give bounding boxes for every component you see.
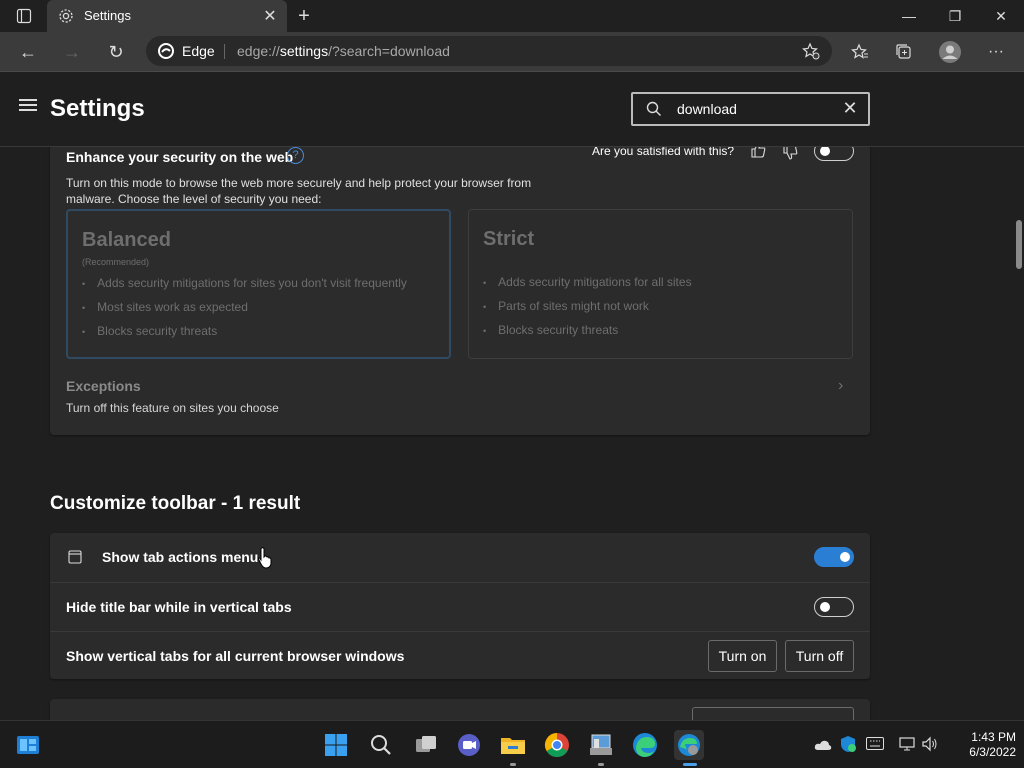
running-indicator — [598, 763, 604, 766]
setting-label: Show vertical tabs for all current brows… — [66, 648, 405, 664]
address-separator — [224, 44, 225, 59]
clock-time: 1:43 PM — [971, 730, 1016, 744]
mouse-cursor — [257, 547, 273, 569]
next-card-button[interactable] — [692, 707, 854, 720]
balanced-title: Balanced — [82, 229, 171, 251]
balanced-subtitle: (Recommended) — [82, 257, 150, 267]
list-item: Blocks security threats — [483, 322, 692, 346]
control-panel-icon[interactable] — [586, 730, 616, 760]
setting-row-hide-title-bar: Hide title bar while in vertical tabs — [50, 582, 870, 631]
tab-title: Settings — [84, 8, 131, 23]
turn-off-button[interactable]: Turn off — [785, 640, 854, 672]
active-indicator — [683, 763, 697, 766]
exceptions-description: Turn off this feature on sites you choos… — [66, 401, 279, 415]
setting-row-vertical-tabs: Show vertical tabs for all current brows… — [50, 631, 870, 680]
security-shield-icon[interactable] — [839, 735, 857, 753]
profile-avatar[interactable] — [934, 36, 966, 68]
forward-button[interactable]: → — [56, 36, 88, 68]
edge-icon — [158, 43, 174, 59]
list-item: Parts of sites might not work — [483, 298, 692, 322]
balanced-option[interactable]: Balanced (Recommended) Adds security mit… — [66, 209, 451, 359]
list-item: Adds security mitigations for all sites — [483, 274, 691, 298]
edge-taskbar-icon[interactable] — [630, 730, 660, 760]
hamburger-menu-icon[interactable] — [19, 99, 37, 113]
list-item: Blocks security threats — [82, 323, 407, 347]
search-icon — [646, 101, 662, 117]
help-icon[interactable]: ? — [287, 147, 304, 164]
turn-on-button[interactable]: Turn on — [708, 640, 777, 672]
exceptions-title: Exceptions — [66, 378, 141, 394]
collections-icon[interactable] — [888, 36, 920, 68]
strict-features: Adds security mitigations for all sites … — [483, 274, 692, 346]
settings-content: Enhance your security on the web ? Are y… — [0, 147, 1014, 720]
balanced-features: Adds security mitigations for sites you … — [82, 275, 407, 347]
address-bar[interactable]: Edge edge://settings/?search=download — [146, 36, 832, 66]
list-item: Adds security mitigations for sites you … — [82, 275, 407, 299]
search-taskbar-icon[interactable] — [366, 730, 396, 760]
volume-icon[interactable] — [921, 736, 939, 752]
clock-date: 6/3/2022 — [969, 745, 1016, 759]
close-window-button[interactable]: ✕ — [978, 0, 1024, 32]
back-button[interactable]: ← — [12, 36, 44, 68]
clear-search-icon[interactable]: ✕ — [840, 98, 860, 119]
security-description: Turn on this mode to browse the web more… — [66, 176, 532, 206]
widgets-icon[interactable] — [13, 730, 43, 760]
keyboard-icon[interactable] — [866, 737, 884, 750]
file-explorer-icon[interactable] — [498, 730, 528, 760]
toolbar-card: Show tab actions menu Hide title bar whi… — [50, 533, 870, 679]
section-heading: Customize toolbar - 1 result — [50, 493, 301, 514]
minimize-button[interactable]: — — [886, 0, 932, 32]
hide-title-bar-toggle[interactable] — [814, 597, 854, 617]
add-favorite-icon[interactable] — [802, 42, 820, 60]
scrollbar[interactable] — [1014, 147, 1024, 720]
feedback-question: Are you satisfied with this? — [592, 147, 735, 158]
tab-actions-icon[interactable] — [16, 8, 32, 24]
running-indicator — [510, 763, 516, 766]
title-bar: Settings ✕ + — ❐ ✕ — [0, 0, 1024, 32]
taskbar — [0, 720, 1024, 768]
list-item: Most sites work as expected — [82, 299, 407, 323]
new-tab-button[interactable]: + — [292, 4, 316, 28]
taskbar-clock[interactable]: 1:43 PM 6/3/2022 — [944, 730, 1016, 760]
strict-option[interactable]: Strict Adds security mitigations for all… — [468, 209, 853, 359]
thumbs-up-icon[interactable] — [749, 147, 767, 159]
setting-label: Show tab actions menu — [102, 549, 259, 565]
settings-header: Settings download ✕ — [0, 72, 1024, 147]
close-tab-icon[interactable]: ✕ — [261, 6, 279, 26]
restore-button[interactable]: ❐ — [932, 0, 978, 32]
strict-title: Strict — [483, 228, 535, 250]
onedrive-icon[interactable] — [814, 738, 832, 750]
tab-settings[interactable]: Settings ✕ — [47, 0, 287, 32]
security-title: Enhance your security on the web — [66, 149, 294, 165]
chat-icon[interactable] — [454, 730, 484, 760]
setting-label: Hide title bar while in vertical tabs — [66, 599, 292, 615]
security-card: Enhance your security on the web ? Are y… — [50, 147, 870, 435]
edge-profile-taskbar-icon[interactable] — [674, 730, 704, 760]
security-toggle[interactable] — [814, 147, 854, 161]
favorites-icon[interactable] — [844, 36, 876, 68]
start-icon[interactable] — [321, 730, 351, 760]
task-view-icon[interactable] — [411, 730, 441, 760]
setting-row-tab-actions: Show tab actions menu — [50, 533, 870, 582]
url-text: edge://settings/?search=download — [237, 43, 450, 59]
exceptions-row[interactable]: Exceptions Turn off this feature on site… — [50, 373, 870, 427]
network-icon[interactable] — [899, 736, 915, 752]
thumbs-down-icon[interactable] — [781, 147, 799, 161]
page-title: Settings — [50, 95, 145, 122]
more-menu-icon[interactable]: ··· — [980, 36, 1012, 68]
navigation-bar: ← → ↻ Edge edge://settings/?search=downl… — [0, 32, 1024, 72]
chrome-icon[interactable] — [542, 730, 572, 760]
edge-label: Edge — [182, 43, 215, 59]
refresh-button[interactable]: ↻ — [100, 36, 132, 68]
gear-icon — [58, 8, 74, 24]
settings-search-input[interactable]: download ✕ — [631, 92, 870, 126]
chevron-right-icon: › — [838, 377, 844, 394]
scrollbar-thumb[interactable] — [1016, 220, 1022, 269]
tab-actions-toggle[interactable] — [814, 547, 854, 567]
search-value: download — [677, 101, 737, 117]
tab-actions-menu-icon — [68, 550, 82, 564]
next-settings-card — [50, 699, 870, 720]
